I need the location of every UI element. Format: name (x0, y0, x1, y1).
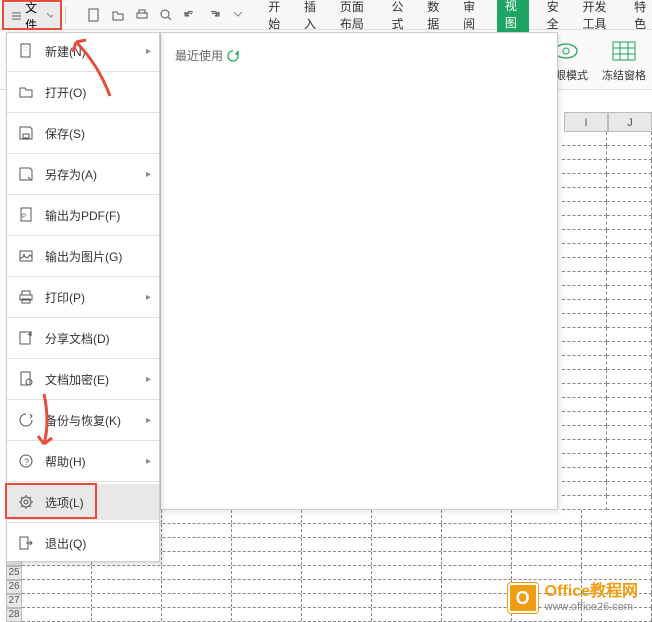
pdf-icon: P (17, 206, 35, 224)
new-doc-icon (17, 42, 35, 60)
menu-item-share[interactable]: 分享文档(D) (7, 320, 159, 356)
menu-item-encrypt[interactable]: 文档加密(E) ▸ (7, 361, 159, 397)
exit-icon (17, 534, 35, 552)
preview-icon[interactable] (158, 7, 174, 23)
share-icon (17, 329, 35, 347)
chevron-down-icon[interactable] (230, 7, 246, 23)
tab-security[interactable]: 安全 (545, 0, 565, 36)
divider (65, 6, 66, 24)
row-header[interactable]: 25 (6, 566, 22, 580)
file-menu-dropdown: 新建(N) ▸ 打开(O) 保存(S) 另存为(A) ▸ P 输出为PDF(F)… (6, 32, 160, 562)
hamburger-icon (12, 11, 21, 21)
menu-item-pdf[interactable]: P 输出为PDF(F) (7, 197, 159, 233)
freeze-label: 冻结窗格 (602, 67, 646, 83)
chevron-right-icon: ▸ (146, 46, 151, 57)
tab-data[interactable]: 数据 (425, 0, 445, 36)
chevron-right-icon: ▸ (146, 292, 151, 303)
open-folder-icon (17, 83, 35, 101)
recent-title: 最近使用 (175, 47, 543, 64)
watermark-title: Office教程网 (545, 583, 638, 601)
menu-item-options[interactable]: 选项(L) (7, 484, 159, 520)
col-header[interactable]: J (608, 112, 652, 132)
tab-insert[interactable]: 插入 (302, 0, 322, 36)
menu-item-backup[interactable]: 备份与恢复(K) ▸ (7, 402, 159, 438)
menu-item-exit[interactable]: 退出(Q) (7, 525, 159, 561)
grid-freeze-icon (610, 37, 638, 65)
help-icon: ? (17, 452, 35, 470)
row-header[interactable]: 28 (6, 608, 22, 622)
menu-item-saveas[interactable]: 另存为(A) ▸ (7, 156, 159, 192)
open-icon[interactable] (110, 7, 126, 23)
row-header[interactable]: 27 (6, 594, 22, 608)
image-export-icon (17, 247, 35, 265)
tab-formula[interactable]: 公式 (389, 0, 409, 36)
chevron-right-icon: ▸ (146, 374, 151, 385)
backup-icon (17, 411, 35, 429)
chevron-right-icon: ▸ (146, 456, 151, 467)
menu-item-print[interactable]: 打印(P) ▸ (7, 279, 159, 315)
menu-item-image[interactable]: 输出为图片(G) (7, 238, 159, 274)
redo-icon[interactable] (206, 7, 222, 23)
ribbon-tabs: 开始 插入 页面布局 公式 数据 审阅 视图 安全 开发工具 特色 (266, 0, 652, 36)
svg-text:P: P (22, 214, 26, 220)
chevron-right-icon: ▸ (146, 415, 151, 426)
chevron-down-icon (47, 13, 53, 19)
printer-icon (17, 288, 35, 306)
tab-devtools[interactable]: 开发工具 (581, 0, 617, 36)
quick-access-toolbar (86, 7, 246, 23)
save-disk-icon (17, 124, 35, 142)
row-header[interactable]: 26 (6, 580, 22, 594)
freeze-panes-button[interactable]: 冻结窗格 (602, 37, 646, 83)
print-icon[interactable] (134, 7, 150, 23)
partial-grid: document.write(Array(27).fill('<div clas… (562, 132, 652, 510)
watermark: O Office教程网 www.office26.com (507, 582, 638, 614)
tab-layout[interactable]: 页面布局 (338, 0, 374, 36)
refresh-icon[interactable] (227, 50, 239, 62)
watermark-url: www.office26.com (545, 601, 638, 613)
chevron-right-icon: ▸ (146, 169, 151, 180)
tab-start[interactable]: 开始 (266, 0, 286, 36)
tab-view[interactable]: 视图 (497, 0, 529, 36)
menu-item-save[interactable]: 保存(S) (7, 115, 159, 151)
file-label: 文件 (25, 0, 43, 33)
new-icon[interactable] (86, 7, 102, 23)
watermark-logo: O (507, 582, 539, 614)
gear-icon (17, 493, 35, 511)
tab-special[interactable]: 特色 (632, 0, 652, 36)
svg-text:?: ? (24, 457, 29, 467)
top-toolbar: 文件 开始 插入 页面布局 公式 数据 审阅 视图 安全 开发工具 特色 (0, 0, 652, 30)
menu-item-new[interactable]: 新建(N) ▸ (7, 33, 159, 69)
undo-icon[interactable] (182, 7, 198, 23)
column-headers: I J (564, 112, 652, 132)
menu-item-open[interactable]: 打开(O) (7, 74, 159, 110)
recent-files-panel: 最近使用 (160, 32, 558, 510)
menu-item-help[interactable]: ? 帮助(H) ▸ (7, 443, 159, 479)
col-header[interactable]: I (564, 112, 608, 132)
file-menu-button[interactable]: 文件 (4, 3, 61, 29)
save-as-icon (17, 165, 35, 183)
encrypt-icon (17, 370, 35, 388)
tab-review[interactable]: 审阅 (461, 0, 481, 36)
